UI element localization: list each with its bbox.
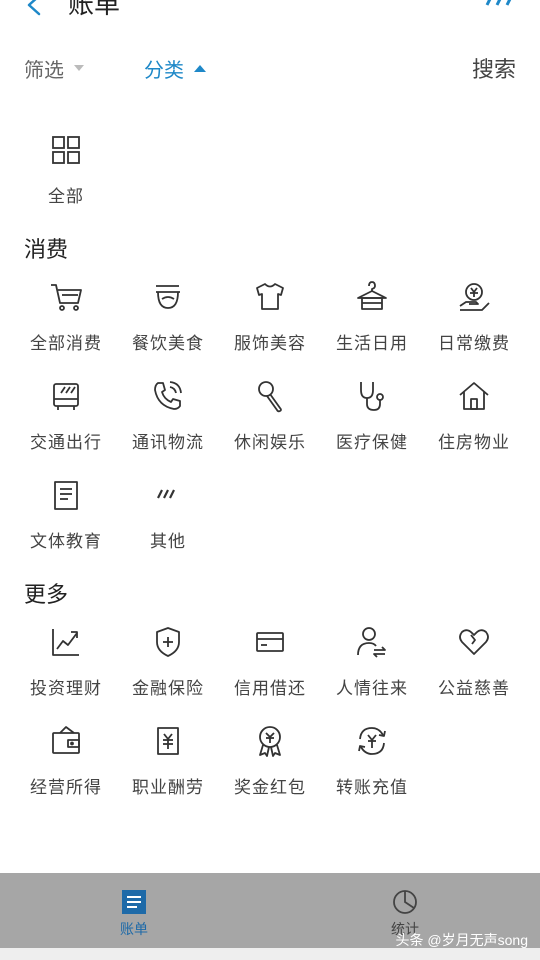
category-label: 生活日用 [336, 334, 408, 354]
category-item[interactable]: 公益慈善 [423, 624, 525, 714]
house-icon [459, 382, 489, 410]
category-label: 职业酬劳 [132, 778, 204, 798]
category-item[interactable]: 医疗保健 [321, 378, 423, 468]
stethoscope-icon [360, 382, 384, 411]
search-button[interactable]: 搜索 [472, 48, 516, 88]
yuan-doc-icon [157, 727, 179, 755]
category-item[interactable]: 经营所得 [15, 723, 117, 813]
shirt-icon [256, 283, 284, 310]
caret-down-icon [74, 65, 84, 71]
chart-up-icon [52, 629, 79, 656]
category-item[interactable]: 金融保险 [117, 624, 219, 714]
category-label: 其他 [150, 532, 186, 552]
book-icon [54, 481, 78, 510]
category-label: 奖金红包 [234, 778, 306, 798]
category-item[interactable]: 奖金红包 [219, 723, 321, 813]
phone-icon [154, 381, 182, 410]
pie-chart-icon [393, 890, 417, 914]
category-item[interactable]: 日常缴费 [423, 279, 525, 369]
category-item[interactable]: 文体教育 [15, 477, 117, 567]
category-label: 休闲娱乐 [234, 433, 306, 453]
category-item[interactable]: 人情往来 [321, 624, 423, 714]
category-label: 金融保险 [132, 679, 204, 699]
heart-icon [459, 629, 489, 655]
category-label: 医疗保健 [336, 433, 408, 453]
category-label: 转账充值 [336, 778, 408, 798]
hanger-icon [357, 281, 387, 310]
category-label: 分类 [144, 57, 184, 82]
tab-bill[interactable]: 账单 [74, 873, 194, 948]
section-title-consume: 消费 [24, 238, 69, 263]
category-label: 投资理财 [30, 679, 102, 699]
category-item[interactable]: 餐饮美食 [117, 279, 219, 369]
category-dropdown[interactable]: 分类 [144, 48, 206, 88]
category-item[interactable]: 投资理财 [15, 624, 117, 714]
filter-label: 筛选 [24, 57, 64, 82]
category-item[interactable]: 职业酬劳 [117, 723, 219, 813]
section-title-more: 更多 [24, 583, 69, 608]
caret-up-icon [194, 64, 206, 72]
yuan-cycle-icon [358, 727, 386, 755]
category-label: 人情往来 [336, 679, 408, 699]
tab-label: 账单 [120, 922, 148, 938]
page-title: 账单 [68, 0, 121, 20]
shield-plus-icon [156, 627, 180, 657]
list-icon [122, 890, 146, 914]
category-label: 全部 [48, 187, 84, 207]
category-item[interactable]: 信用借还 [219, 624, 321, 714]
category-label: 公益慈善 [438, 679, 510, 699]
bus-icon [53, 383, 79, 410]
slashes-icon [157, 489, 175, 499]
category-item[interactable]: 生活日用 [321, 279, 423, 369]
category-item[interactable]: 转账充值 [321, 723, 423, 813]
category-item[interactable]: 服饰美容 [219, 279, 321, 369]
category-item[interactable]: 交通出行 [15, 378, 117, 468]
microphone-icon [258, 381, 282, 413]
bill-hand-icon [459, 283, 490, 311]
category-item[interactable]: 通讯物流 [117, 378, 219, 468]
bowl-icon [156, 285, 180, 309]
category-label: 通讯物流 [132, 433, 204, 453]
category-item[interactable]: 住房物业 [423, 378, 525, 468]
wallet-icon [52, 726, 80, 754]
category-item[interactable]: 其他 [117, 477, 219, 567]
grid-icon [52, 136, 80, 164]
category-label: 经营所得 [30, 778, 102, 798]
category-item[interactable]: 全部消费 [15, 279, 117, 369]
card-icon [256, 632, 284, 652]
category-all[interactable]: 全部 [15, 132, 117, 222]
medal-icon [259, 726, 281, 757]
filter-bar: 筛选 分类 搜索 [0, 48, 540, 88]
category-item[interactable]: 休闲娱乐 [219, 378, 321, 468]
category-label: 信用借还 [234, 679, 306, 699]
person-exchange-icon [357, 627, 386, 658]
category-label: 全部消费 [30, 334, 102, 354]
category-label: 日常缴费 [438, 334, 510, 354]
category-label: 文体教育 [30, 532, 102, 552]
category-label: 住房物业 [438, 433, 510, 453]
cart-icon [51, 284, 82, 311]
slashes-icon[interactable] [484, 0, 518, 6]
category-label: 餐饮美食 [132, 334, 204, 354]
top-bar: 账单 [0, 0, 540, 30]
back-arrow-icon[interactable] [22, 0, 48, 18]
category-label: 交通出行 [30, 433, 102, 453]
filter-dropdown[interactable]: 筛选 [24, 48, 84, 88]
category-label: 服饰美容 [234, 334, 306, 354]
watermark: 头条 @岁月无声song [395, 932, 528, 948]
